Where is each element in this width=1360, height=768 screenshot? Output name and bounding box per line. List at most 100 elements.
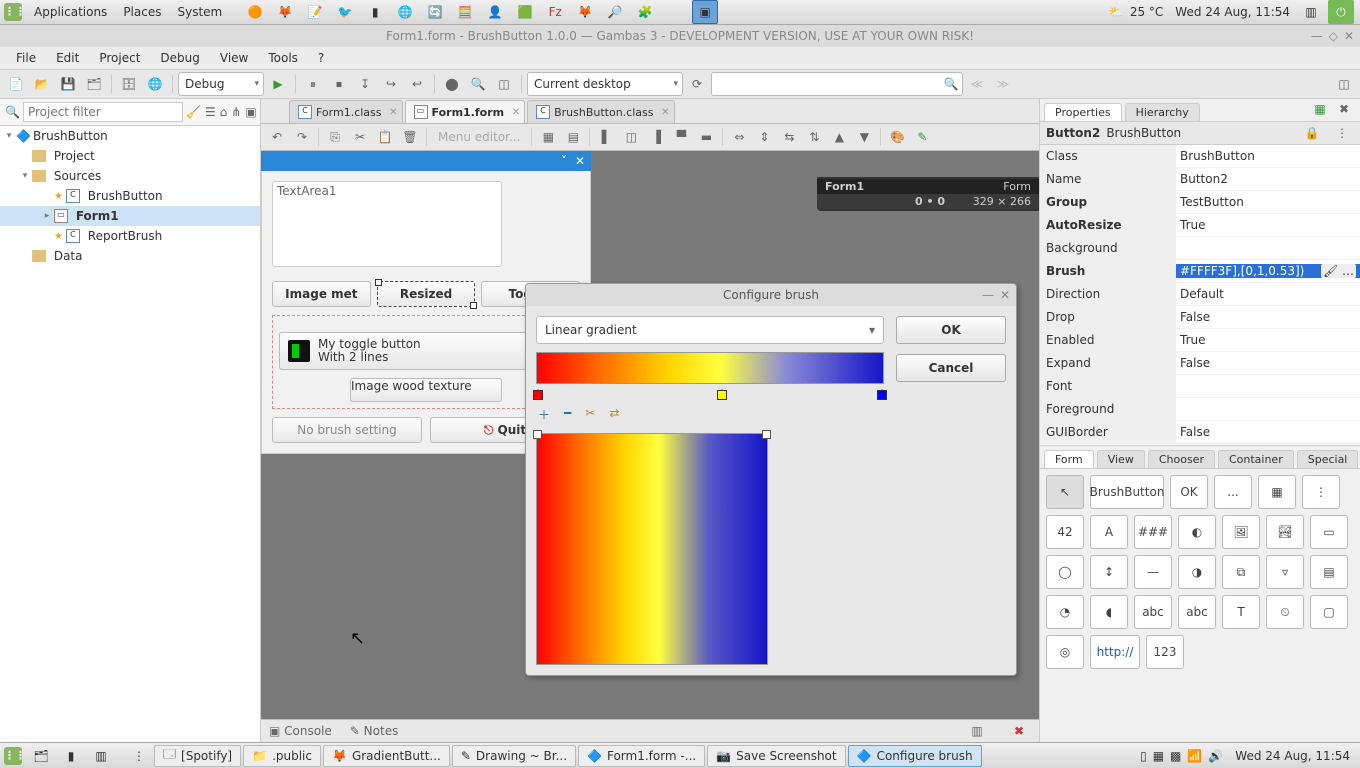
toolbox-tab-container[interactable]: Container: [1218, 450, 1294, 468]
grid-icon[interactable]: ▦: [536, 125, 560, 149]
dialog-minimize-icon[interactable]: —: [982, 288, 994, 302]
brush-type-combo[interactable]: Linear gradient: [536, 316, 884, 344]
redo-icon[interactable]: ↷: [290, 125, 314, 149]
tree-form1[interactable]: Form1: [76, 209, 119, 223]
form-collapse-icon[interactable]: ˅: [561, 154, 567, 168]
sizeeq-icon[interactable]: ⇔: [727, 125, 751, 149]
swap-stops-icon[interactable]: ✂: [585, 406, 595, 423]
step-icon[interactable]: ↧: [353, 72, 377, 96]
run-icon[interactable]: ▶: [266, 72, 290, 96]
launcher-icon[interactable]: 🟠: [242, 0, 268, 24]
gradient-bar[interactable]: [536, 352, 884, 384]
tool-item[interactable]: 123: [1146, 635, 1184, 669]
panel-clock[interactable]: Wed 24 Aug, 11:54: [1169, 5, 1296, 19]
window-minimize-icon[interactable]: —: [1311, 29, 1323, 43]
user-icon[interactable]: 👤: [482, 0, 508, 24]
prop-row-expand[interactable]: ExpandFalse: [1040, 352, 1360, 375]
window-close-icon[interactable]: ✕: [1344, 29, 1354, 43]
btn-image-met[interactable]: Image met: [272, 281, 371, 307]
gradient-preview[interactable]: [536, 433, 768, 665]
tray-wifi-icon[interactable]: 📶: [1187, 749, 1202, 763]
project-tree[interactable]: ▾🔷BrushButton Project ▾ Sources ★C Brush…: [0, 126, 260, 742]
align-r-icon[interactable]: ▐: [644, 125, 668, 149]
tray-app2-icon[interactable]: ▩: [1170, 749, 1181, 763]
menu-places[interactable]: Places: [115, 5, 169, 19]
project-filter-input[interactable]: [23, 102, 183, 122]
tool-item[interactable]: ⧉: [1222, 555, 1260, 589]
firefox-icon[interactable]: 🦊: [272, 0, 298, 24]
space-v-icon[interactable]: ⇅: [802, 125, 826, 149]
status-opt-icon[interactable]: ▥: [965, 719, 989, 743]
tool-item[interactable]: ▦: [1258, 475, 1296, 509]
taskbar-clock[interactable]: Wed 24 Aug, 11:54: [1229, 749, 1356, 763]
menu-file[interactable]: File: [6, 51, 46, 65]
search-input[interactable]: [712, 77, 940, 91]
tray-icon[interactable]: ▥: [1298, 0, 1324, 24]
desktop-combo[interactable]: Current desktop: [527, 72, 683, 96]
workspace-icon[interactable]: ▣: [692, 0, 718, 24]
view-list-icon[interactable]: ☰: [204, 100, 217, 124]
tool-item[interactable]: ▿: [1266, 555, 1304, 589]
prop-row-enabled[interactable]: EnabledTrue: [1040, 329, 1360, 352]
props-close-icon[interactable]: ✖: [1332, 97, 1356, 121]
align-m-icon[interactable]: ▬: [694, 125, 718, 149]
tool-item[interactable]: BrushButton: [1090, 475, 1164, 509]
tab-form1-form[interactable]: ▭Form1.form✕: [405, 100, 526, 123]
close-icon[interactable]: ✕: [661, 107, 669, 118]
tray-app1-icon[interactable]: ▦: [1153, 749, 1164, 763]
remove-stop-icon[interactable]: ━: [564, 406, 571, 423]
update-icon[interactable]: 🔄: [422, 0, 448, 24]
reverse-icon[interactable]: ⇄: [609, 406, 619, 423]
term-icon[interactable]: ▮: [58, 744, 84, 768]
tool-item[interactable]: ◯: [1046, 555, 1084, 589]
btn-resized[interactable]: Resized: [377, 281, 476, 307]
files-icon[interactable]: 🗂: [28, 744, 54, 768]
task-gradient[interactable]: 🦊 GradientButt...: [323, 745, 450, 767]
close-icon[interactable]: ✕: [512, 107, 520, 118]
task-public[interactable]: 📁 .public: [243, 745, 321, 767]
search-icon[interactable]: 🔎: [602, 0, 628, 24]
view-class-icon[interactable]: ⋔: [230, 100, 242, 124]
form-close-icon[interactable]: ✕: [575, 154, 585, 168]
tool-item[interactable]: 42: [1046, 515, 1084, 549]
tool-item[interactable]: ↕: [1090, 555, 1128, 589]
tool-item[interactable]: ◔: [1046, 595, 1084, 629]
prop-value[interactable]: TestButton: [1176, 195, 1360, 209]
prop-value[interactable]: Button2: [1176, 172, 1360, 186]
task-configure-brush[interactable]: 🔷 Configure brush: [848, 745, 982, 767]
start-menu-icon[interactable]: ⋮⋮: [4, 747, 22, 765]
menu-help[interactable]: ?: [308, 51, 334, 65]
tool-item[interactable]: T: [1222, 595, 1260, 629]
prop-value[interactable]: #FFFF3F],[0,1,0.53]) 🖌 …: [1176, 264, 1360, 278]
tool-item[interactable]: OK: [1170, 475, 1208, 509]
menu-applications[interactable]: Applications: [26, 5, 115, 19]
menu-system[interactable]: System: [169, 5, 230, 19]
task-form1[interactable]: 🔷 Form1.form -...: [578, 745, 705, 767]
status-stop-icon[interactable]: ✖: [1007, 719, 1031, 743]
tool-item[interactable]: 🖼: [1222, 515, 1260, 549]
dialog-close-icon[interactable]: ✕: [1000, 288, 1010, 302]
menu-view[interactable]: View: [210, 51, 258, 65]
app-icon[interactable]: 🟩: [512, 0, 538, 24]
prop-row-guiborder[interactable]: GUIBorderFalse: [1040, 421, 1360, 444]
lock-icon[interactable]: 🔒: [1300, 121, 1324, 145]
task-drawing[interactable]: ✎ Drawing ~ Br...: [452, 745, 576, 767]
tree-brushbutton[interactable]: BrushButton: [88, 189, 163, 203]
tray-net-icon[interactable]: ▯: [1140, 749, 1147, 763]
refresh-icon[interactable]: ⟳: [685, 72, 709, 96]
prop-value[interactable]: True: [1176, 333, 1360, 347]
toolbox-tab-form[interactable]: Form: [1044, 450, 1094, 468]
brush-icon[interactable]: ✎: [910, 125, 934, 149]
tree-sources[interactable]: Sources: [54, 169, 101, 183]
tool-cursor[interactable]: ↖: [1046, 475, 1084, 509]
tree-project[interactable]: Project: [54, 149, 95, 163]
task-screenshot[interactable]: 📷 Save Screenshot: [707, 745, 845, 767]
notes-tab[interactable]: ✎ Notes: [350, 724, 399, 738]
tool-item[interactable]: abc: [1134, 595, 1172, 629]
gimp-icon[interactable]: 🦊: [572, 0, 598, 24]
back-icon[interactable]: ▼: [852, 125, 876, 149]
search-box[interactable]: 🔍: [711, 72, 963, 96]
nav-prev-icon[interactable]: ≪: [965, 72, 989, 96]
sizev-icon[interactable]: ⇕: [752, 125, 776, 149]
menu-project[interactable]: Project: [89, 51, 150, 65]
